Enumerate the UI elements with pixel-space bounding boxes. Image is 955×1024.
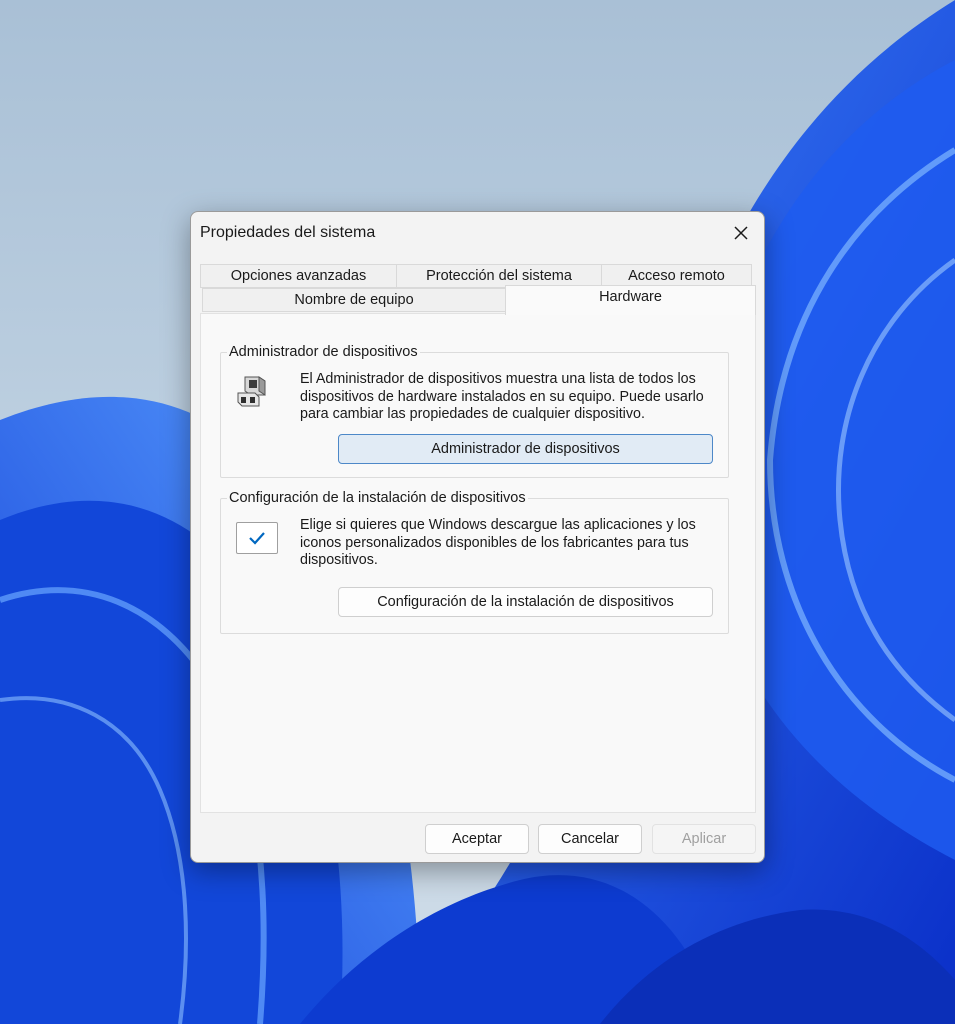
device-manager-description: El Administrador de dispositivos muestra… bbox=[300, 371, 704, 422]
apply-button[interactable]: Aplicar bbox=[652, 824, 756, 854]
device-install-settings-description: Elige si quieres que Windows descargue l… bbox=[300, 517, 696, 568]
device-manager-icon bbox=[237, 376, 266, 407]
checkmark-icon bbox=[236, 522, 278, 554]
system-properties-dialog: Propiedades del sistema Opciones avanzad… bbox=[190, 211, 765, 863]
dialog-title: Propiedades del sistema bbox=[200, 224, 376, 241]
close-button[interactable] bbox=[718, 212, 764, 254]
device-manager-button[interactable]: Administrador de dispositivos bbox=[338, 434, 713, 464]
ok-button[interactable]: Aceptar bbox=[425, 824, 529, 854]
hardware-tab-panel: Administrador de dispositivos El Adminis… bbox=[200, 313, 756, 813]
device-install-settings-group-title: Configuración de la instalación de dispo… bbox=[227, 490, 528, 506]
tab-opciones-avanzadas[interactable]: Opciones avanzadas bbox=[200, 264, 397, 288]
title-bar: Propiedades del sistema bbox=[191, 212, 764, 254]
tab-nombre-de-equipo[interactable]: Nombre de equipo bbox=[202, 288, 506, 312]
close-icon bbox=[734, 226, 748, 240]
device-install-settings-group: Configuración de la instalación de dispo… bbox=[220, 490, 729, 634]
tab-hardware[interactable]: Hardware bbox=[505, 285, 756, 315]
device-manager-group-title: Administrador de dispositivos bbox=[227, 344, 420, 360]
cancel-button[interactable]: Cancelar bbox=[538, 824, 642, 854]
device-install-settings-button[interactable]: Configuración de la instalación de dispo… bbox=[338, 587, 713, 617]
device-manager-group: Administrador de dispositivos El Adminis… bbox=[220, 344, 729, 478]
